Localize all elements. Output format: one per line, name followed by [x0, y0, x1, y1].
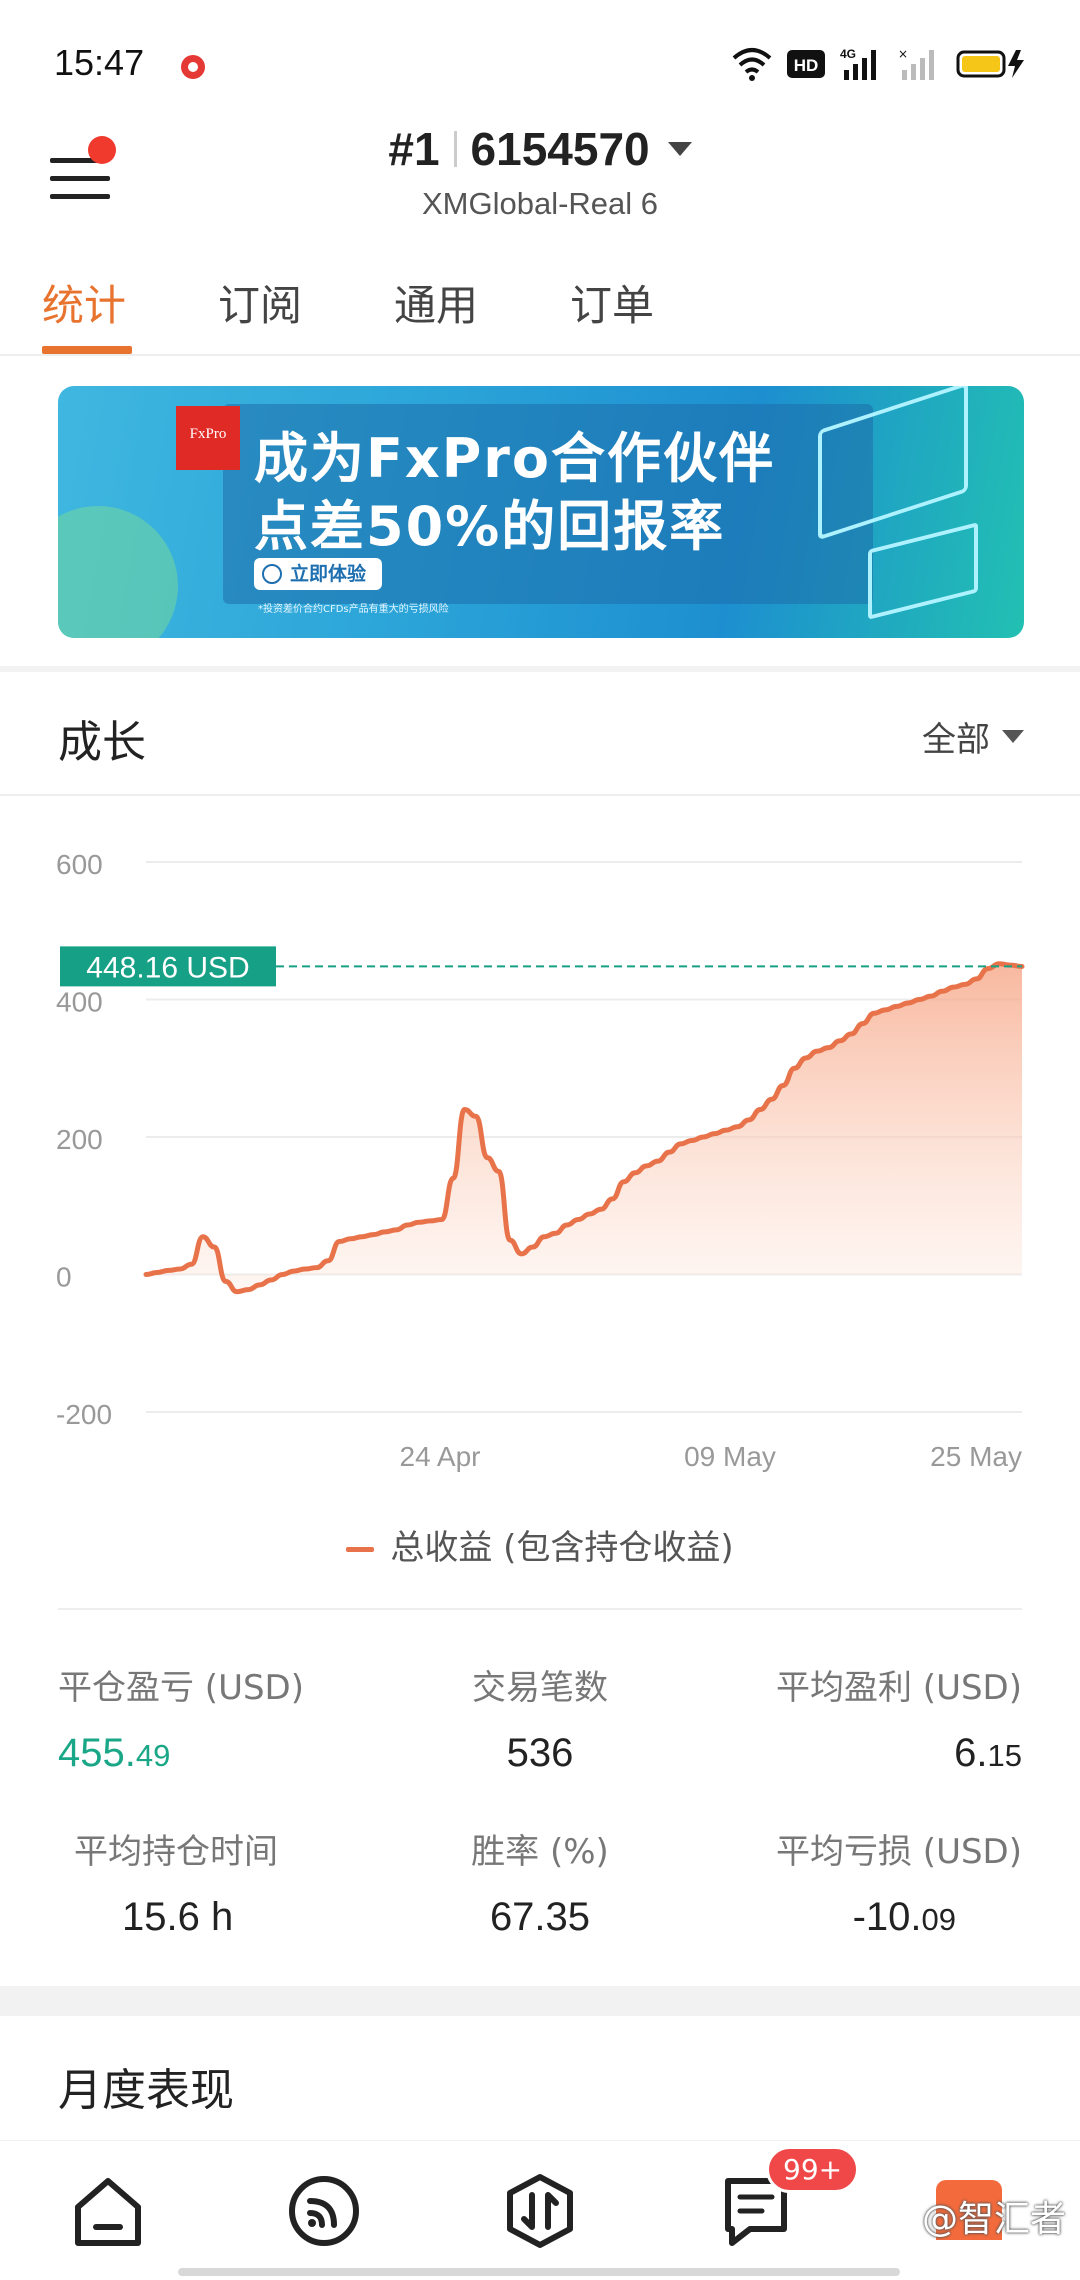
caret-down-icon: [667, 142, 692, 156]
messages-badge: 99+: [766, 2146, 860, 2193]
account-selector[interactable]: #1 6154570 XMGlobal-Real 6: [0, 122, 1080, 222]
server-name: XMGlobal-Real 6: [421, 186, 659, 221]
x-tick-label: 25 May: [930, 1441, 1022, 1472]
y-tick-label: 0: [56, 1262, 72, 1293]
section-divider: [0, 666, 1080, 672]
tab-statistics[interactable]: 统计: [42, 272, 126, 333]
stat-avg-profit: 平均盈利 (USD) 6.15: [662, 1660, 1022, 1776]
home-icon[interactable]: [68, 2171, 148, 2251]
growth-filter-dropdown[interactable]: 全部: [922, 712, 1024, 761]
banner-cta-label: 立即体验: [290, 563, 367, 585]
trade-icon[interactable]: [500, 2171, 580, 2251]
section-divider: [0, 1986, 1080, 2016]
tab-bar: 统计 订阅 通用 订单: [0, 262, 1080, 356]
battery-charging-icon: [956, 50, 1024, 78]
svg-text:HD: HD: [794, 56, 819, 75]
play-icon: [262, 564, 282, 584]
gesture-bar: [178, 2268, 900, 2276]
legend-swatch: [346, 1547, 375, 1552]
tab-general[interactable]: 通用: [394, 272, 478, 333]
growth-filter-label: 全部: [922, 720, 990, 760]
promo-banner[interactable]: FxPro 成为FxPro合作伙伴 点差50%的回报率 立即体验 *投资差价合约…: [58, 386, 1024, 638]
x-tick-label: 24 Apr: [400, 1441, 481, 1472]
series-area: [146, 963, 1022, 1292]
stat-avg-profit-label: 平均盈利 (USD): [776, 1668, 1022, 1708]
fxpro-logo: FxPro: [176, 406, 240, 470]
chart-legend: 总收益 (包含持仓收益): [0, 1520, 1080, 1569]
watermark: @智汇者: [921, 2199, 1066, 2240]
active-tab-indicator: [42, 346, 132, 354]
laptop-illustration-small: [868, 522, 978, 620]
status-icons: HD 4G ×: [732, 44, 1028, 84]
status-time: 15:47: [54, 42, 145, 83]
banner-decoration: [58, 506, 178, 638]
growth-chart-svg: 600 400 200 0 -200 24 Apr 09 May 25 May 448.16…: [56, 849, 1025, 1472]
bottom-nav: [0, 2140, 1080, 2280]
status-bar: 15:47 HD 4G ×: [0, 0, 1080, 120]
account-header: #1 6154570 XMGlobal-Real 6: [0, 110, 1080, 230]
growth-chart[interactable]: 600 400 200 0 -200 24 Apr 09 May 25 May 448.16…: [0, 800, 1080, 1480]
signals-icon[interactable]: [284, 2171, 364, 2251]
banner-fine-print: *投资差价合约CFDs产品有重大的亏损风险: [258, 604, 449, 615]
wifi-icon: [732, 48, 772, 81]
svg-text:×: ×: [898, 47, 908, 61]
signal-no-service-icon: ×: [898, 47, 934, 80]
stat-avg-profit-value: 6.15: [954, 1731, 1022, 1775]
y-tick-label: 600: [56, 849, 103, 880]
stat-avg-loss-label: 平均亏损 (USD): [776, 1832, 1022, 1872]
stats-divider: [58, 1608, 1022, 1610]
account-index: #1: [388, 123, 440, 175]
y-tick-label: 200: [56, 1124, 103, 1155]
network-type-label: 4G: [840, 47, 856, 61]
account-number: 6154570: [470, 123, 650, 175]
banner-cta-button[interactable]: 立即体验: [254, 558, 382, 590]
current-value-label: 448.16 USD: [86, 951, 249, 984]
y-tick-label: -200: [56, 1399, 112, 1430]
x-tick-label: 09 May: [684, 1441, 776, 1472]
stat-avg-hold-time-value: 15.6 h: [122, 1895, 234, 1939]
stat-avg-hold-time: 平均持仓时间 15.6 h: [58, 1824, 358, 1940]
tab-orders[interactable]: 订单: [570, 272, 654, 333]
tab-subscriptions[interactable]: 订阅: [218, 272, 302, 333]
signal-icon: 4G: [840, 47, 876, 80]
screen-record-icon: [181, 55, 205, 79]
monthly-title: 月度表现: [58, 2065, 234, 2116]
growth-title: 成长: [58, 717, 146, 768]
legend-label: 总收益 (包含持仓收益): [390, 1528, 734, 1568]
stat-avg-hold-time-label: 平均持仓时间: [74, 1832, 278, 1872]
hd-icon: HD: [787, 50, 825, 78]
stat-avg-loss: 平均亏损 (USD) -10.09: [662, 1824, 1022, 1940]
account-separator: [453, 131, 457, 167]
banner-subheadline: 点差50%的回报率: [254, 495, 726, 558]
caret-down-icon: [1002, 730, 1024, 743]
y-tick-label: 400: [56, 987, 103, 1018]
stat-avg-loss-value: -10.09: [852, 1895, 956, 1939]
growth-header-divider: [0, 794, 1080, 796]
